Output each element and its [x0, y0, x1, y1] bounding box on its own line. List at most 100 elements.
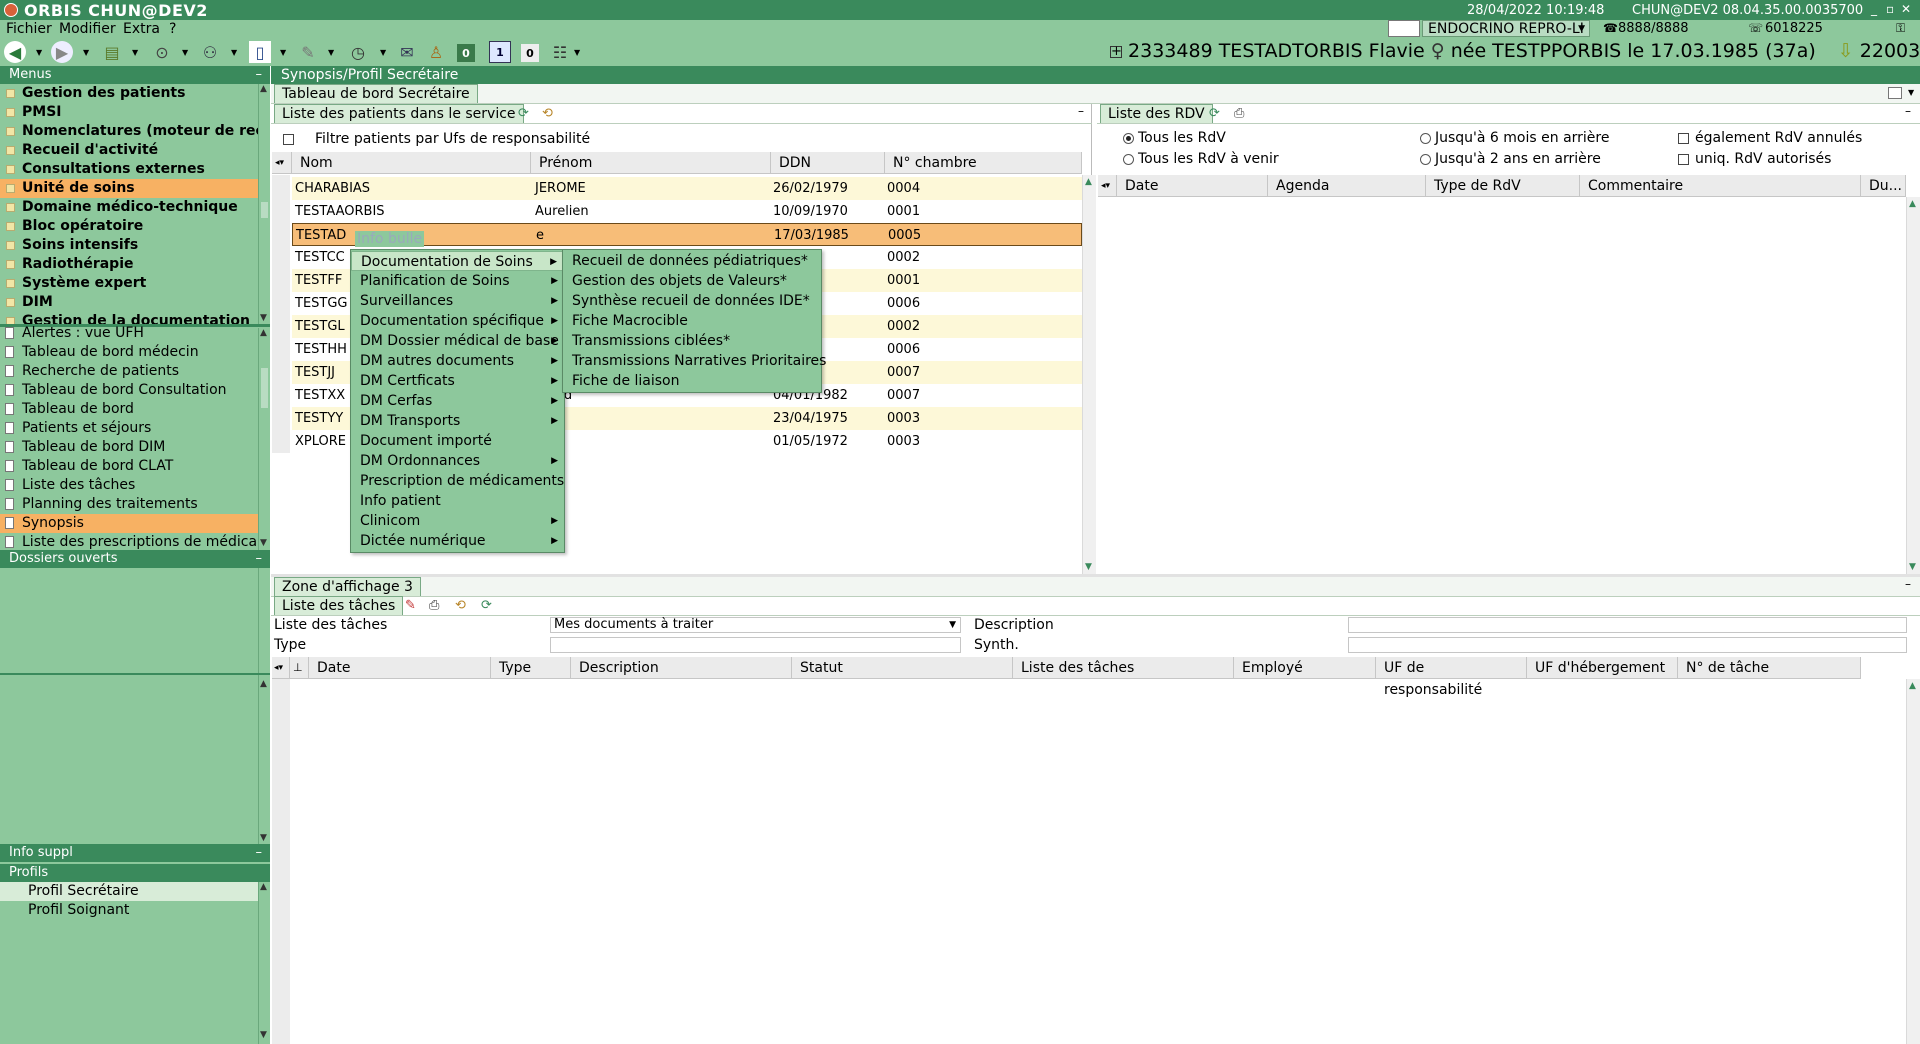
context-menu-item[interactable]: DM Certficats ▶ — [351, 371, 564, 391]
type-field[interactable] — [550, 637, 961, 653]
table-row[interactable]: TESTAAORBIS Aurelien 10/09/1970 0001 — [292, 200, 1082, 223]
menu-item[interactable]: Recueil d'activité — [0, 141, 258, 160]
counter-badge-1[interactable]: 0 — [457, 44, 475, 62]
history-dropdown-icon[interactable]: ▼ — [182, 48, 188, 57]
context-menu-item[interactable]: Planification de Soins ▶ — [351, 271, 564, 291]
patient-expand-icon[interactable]: + — [1110, 45, 1122, 58]
counter-badge-2[interactable]: 1 — [489, 41, 511, 63]
print-icon[interactable]: ⎙ — [429, 598, 439, 613]
clock-dropdown-icon[interactable]: ▼ — [380, 48, 386, 57]
select-all-icon[interactable]: ⊥ — [290, 657, 309, 679]
unit-icon[interactable] — [1388, 20, 1420, 37]
document-icon[interactable]: ▯ — [249, 41, 271, 63]
filter-checkbox[interactable] — [283, 134, 294, 145]
link-item[interactable]: Synopsis — [0, 514, 258, 533]
submenu-item[interactable]: Recueil de données pédiatriques* — [563, 251, 821, 271]
col-task-4[interactable]: Liste des tâches — [1013, 657, 1234, 679]
collapse-icon[interactable]: – — [256, 66, 263, 84]
minimize-icon[interactable]: _ — [1871, 2, 1877, 16]
minimize-panel-icon[interactable]: – — [1905, 577, 1911, 591]
profils-scrollbar[interactable]: ▲ ▼ — [258, 882, 270, 1044]
radio-deux-ans[interactable] — [1420, 154, 1431, 165]
refresh-icon[interactable]: ⟳ — [1209, 106, 1220, 121]
context-menu-item[interactable]: Document importé — [351, 431, 564, 451]
link-item[interactable]: Tableau de bord médecin — [0, 343, 258, 362]
folder-dropdown-icon[interactable]: ▼ — [132, 48, 138, 57]
tab-liste-patients[interactable]: Liste des patients dans le service — [274, 104, 524, 123]
col-commentaire[interactable]: Commentaire — [1580, 175, 1861, 197]
folder-refresh-icon[interactable]: ⟲ — [542, 106, 553, 121]
group-icon[interactable]: ♙ — [425, 41, 447, 63]
link-item[interactable]: Alertes : vue UFH — [0, 324, 258, 343]
link-item[interactable]: Tableau de bord CLAT — [0, 457, 258, 476]
links-scrollbar[interactable]: ▲ ▼ — [258, 328, 270, 550]
profil-item[interactable]: Profil Secrétaire — [0, 882, 258, 901]
menu-item[interactable]: Soins intensifs — [0, 236, 258, 255]
menu-extra[interactable]: Extra — [123, 21, 160, 37]
context-menu-item[interactable]: DM Dossier médical de base ▶ — [351, 331, 564, 351]
forward-icon[interactable]: ▶ — [51, 41, 73, 63]
menu-item[interactable]: Domaine médico-technique — [0, 198, 258, 217]
checkbox-rdv-annules[interactable] — [1678, 133, 1689, 144]
context-menu-item[interactable]: Clinicom ▶ — [351, 511, 564, 531]
description-field[interactable] — [1348, 617, 1907, 633]
download-arrow-icon[interactable]: ⇩ — [1838, 40, 1854, 62]
col-type-rdv[interactable]: Type de RdV — [1426, 175, 1580, 197]
document-dropdown-icon[interactable]: ▼ — [280, 48, 286, 57]
menu-item[interactable]: DIM — [0, 293, 258, 312]
context-menu-item[interactable]: Documentation spécifique ▶ — [351, 311, 564, 331]
menu-help[interactable]: ? — [169, 21, 176, 37]
radio-rdv-a-venir[interactable] — [1123, 154, 1134, 165]
table-row[interactable]: CHARABIAS JEROME 26/02/1979 0004 — [292, 177, 1082, 200]
print-icon[interactable]: ⎙ — [1234, 106, 1244, 121]
list-settings-dropdown-icon[interactable]: ▼ — [574, 48, 580, 57]
back-icon[interactable]: ◀ — [4, 41, 26, 63]
menu-item[interactable]: Nomenclatures (moteur de reche — [0, 122, 258, 141]
col-task-2[interactable]: Description — [571, 657, 792, 679]
forward-dropdown-icon[interactable]: ▼ — [83, 48, 89, 57]
edit-icon[interactable]: ✎ — [405, 598, 416, 613]
context-menu-item[interactable]: Surveillances ▶ — [351, 291, 564, 311]
menu-modifier[interactable]: Modifier — [59, 21, 116, 37]
col-date[interactable]: Date — [1117, 175, 1268, 197]
menu-item[interactable]: Radiothérapie — [0, 255, 258, 274]
rdv-scrollbar[interactable]: ▲ ▼ — [1906, 197, 1920, 574]
tab-tableau-de-bord[interactable]: Tableau de bord Secrétaire — [274, 84, 478, 103]
edit-icon[interactable]: ✎ — [297, 41, 319, 63]
collapse-icon[interactable]: – — [256, 844, 263, 862]
link-item[interactable]: Planning des traitements — [0, 495, 258, 514]
menu-fichier[interactable]: Fichier — [6, 21, 52, 37]
close-icon[interactable]: ✕ — [1901, 2, 1911, 16]
col-nom[interactable]: Nom — [292, 152, 531, 174]
submenu-item[interactable]: Synthèse recueil de données IDE* — [563, 291, 821, 311]
key-icon[interactable]: ⚿ — [1896, 21, 1905, 36]
table-menu-icon[interactable]: ◂▾ — [1098, 175, 1117, 197]
context-menu-item[interactable]: Documentation de Soins ▶ — [351, 251, 564, 271]
liste-taches-select[interactable]: Mes documents à traiter ▼ — [550, 617, 961, 633]
clock-icon[interactable]: ◷ — [347, 41, 369, 63]
tasks-scrollbar[interactable]: ▲ — [1906, 679, 1920, 1044]
context-menu-item[interactable]: Info patient — [351, 491, 564, 511]
menu-item[interactable]: Gestion des patients — [0, 84, 258, 103]
context-menu-item[interactable]: DM Cerfas ▶ — [351, 391, 564, 411]
history-icon[interactable]: ⊙ — [151, 41, 173, 63]
table-menu-icon[interactable]: ◂▾ — [272, 657, 290, 679]
menu-item[interactable]: Système expert — [0, 274, 258, 293]
col-du[interactable]: Du... — [1861, 175, 1906, 197]
mail-icon[interactable]: ✉ — [396, 41, 418, 63]
refresh-icon[interactable]: ⟳ — [481, 598, 492, 613]
menu-item[interactable]: PMSI — [0, 103, 258, 122]
users-dropdown-icon[interactable]: ▼ — [231, 48, 237, 57]
link-item[interactable]: Tableau de bord — [0, 400, 258, 419]
menu-item[interactable]: Consultations externes — [0, 160, 258, 179]
splitter[interactable] — [0, 673, 270, 675]
users-icon[interactable]: ⚇ — [199, 41, 221, 63]
back-dropdown-icon[interactable]: ▼ — [36, 48, 42, 57]
edit-dropdown-icon[interactable]: ▼ — [328, 48, 334, 57]
radio-six-mois[interactable] — [1420, 133, 1431, 144]
table-menu-icon[interactable]: ◂▾ — [272, 152, 292, 174]
submenu-item[interactable]: Fiche de liaison — [563, 371, 821, 391]
restore-icon[interactable]: ▫ — [1886, 2, 1894, 16]
counter-badge-3[interactable]: 0 — [521, 44, 539, 62]
minimize-panel-icon[interactable]: – — [1905, 104, 1911, 118]
